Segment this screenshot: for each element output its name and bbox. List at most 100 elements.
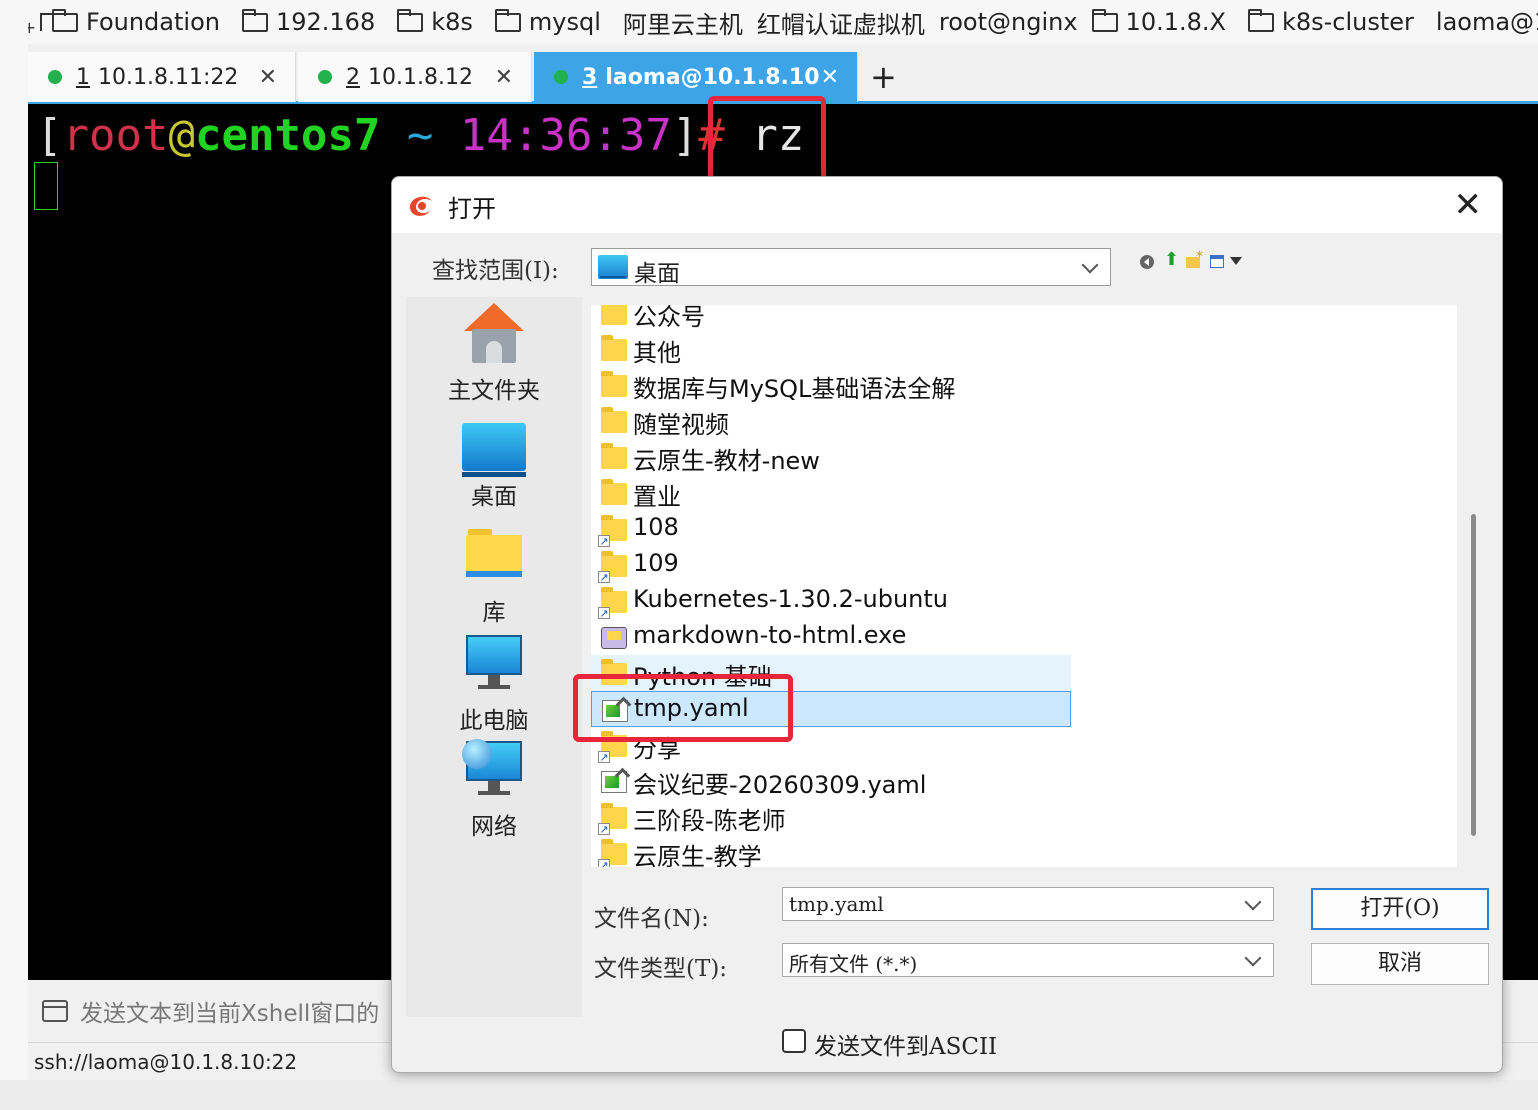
- folder-icon: [601, 305, 627, 325]
- shell-prompt: [root@centos7 ~ 14:36:37]# rz: [36, 110, 805, 161]
- file-list-item[interactable]: 数据库与MySQL基础语法全解: [591, 367, 1071, 403]
- connected-status-icon: [318, 70, 332, 84]
- back-icon[interactable]: [1140, 255, 1154, 269]
- file-name: markdown-to-html.exe: [633, 621, 907, 649]
- file-list-item[interactable]: 会议纪要-20260309.yaml: [591, 763, 1071, 799]
- bookmark-foundation[interactable]: Foundation: [52, 8, 220, 36]
- dialog-title: 打开: [448, 195, 496, 223]
- file-list-item[interactable]: 其他: [591, 331, 1071, 367]
- cancel-button[interactable]: 取消: [1311, 943, 1489, 985]
- chevron-down-icon[interactable]: [1244, 949, 1262, 967]
- bookmark-laoma[interactable]: laoma@1: [1436, 8, 1538, 36]
- folder-icon: [601, 479, 627, 505]
- filetype-label: 文件类型(T):: [594, 956, 728, 982]
- bookmark-10-1-8-x[interactable]: 10.1.8.X: [1091, 8, 1226, 36]
- up-folder-icon[interactable]: ⬆: [1164, 249, 1179, 270]
- lookin-label: 查找范围(I):: [432, 258, 559, 284]
- connection-string: ssh://laoma@10.1.8.10:22: [34, 1049, 298, 1074]
- place-home[interactable]: 主文件夹: [406, 303, 582, 405]
- connected-status-icon: [554, 70, 568, 84]
- desktop-icon: [462, 423, 526, 477]
- place-desktop[interactable]: 桌面: [406, 417, 582, 511]
- view-menu-icon[interactable]: [1210, 255, 1224, 268]
- compose-input[interactable]: 发送文本到当前Xshell窗口的: [80, 994, 379, 1028]
- file-name: 会议纪要-20260309.yaml: [633, 771, 927, 799]
- computer-icon: [462, 633, 526, 695]
- file-list-item[interactable]: 108: [591, 511, 1071, 547]
- close-icon[interactable]: ✕: [259, 65, 277, 90]
- desktop-edge: [0, 0, 28, 1110]
- bookmark-mysql[interactable]: mysql: [494, 8, 601, 36]
- place-computer[interactable]: 此电脑: [406, 633, 582, 735]
- command-highlight-box: [708, 96, 826, 188]
- terminal-cursor: [34, 162, 58, 210]
- folder-icon: [601, 371, 627, 397]
- folder-icon: [601, 443, 627, 469]
- tab-session-2[interactable]: 2 10.1.8.12 ✕: [298, 52, 532, 102]
- folder-icon: [1247, 8, 1274, 32]
- place-library[interactable]: 库: [406, 525, 582, 627]
- lookin-dropdown[interactable]: 桌面: [591, 248, 1111, 287]
- folder-shortcut-icon: [598, 803, 627, 835]
- chevron-down-icon: [1081, 256, 1099, 274]
- folder-shortcut-icon: [598, 587, 627, 619]
- file-name: 置业: [633, 483, 681, 511]
- filename-field[interactable]: tmp.yaml: [782, 887, 1274, 921]
- open-file-dialog: 打开 ✕ 查找范围(I): 桌面 ⬆ 主文件夹 桌面 库 此电脑 网络: [391, 176, 1503, 1073]
- folder-icon: [52, 8, 78, 32]
- chevron-down-icon[interactable]: [1230, 257, 1242, 271]
- ascii-checkbox[interactable]: [782, 1029, 806, 1053]
- file-name: 108: [633, 513, 679, 541]
- folder-icon: [494, 8, 521, 32]
- file-list-item[interactable]: markdown-to-html.exe: [591, 619, 1071, 655]
- folder-shortcut-icon: [598, 551, 627, 583]
- folder-icon: [241, 8, 268, 32]
- file-list[interactable]: 公众号其他数据库与MySQL基础语法全解随堂视频云原生-教材-new 置业108 1…: [591, 305, 1457, 867]
- connected-status-icon: [48, 70, 62, 84]
- close-icon[interactable]: ✕: [821, 65, 839, 90]
- filename-label: 文件名(N):: [594, 906, 709, 932]
- file-name: 随堂视频: [633, 411, 729, 439]
- file-list-item[interactable]: 随堂视频: [591, 403, 1071, 439]
- file-list-scrollbar[interactable]: [1471, 514, 1476, 836]
- file-list-item[interactable]: 云原生-教材-new: [591, 439, 1071, 475]
- file-list-item[interactable]: Kubernetes-1.30.2-ubuntu: [591, 583, 1071, 619]
- bookmark-k8s-cluster[interactable]: k8s-cluster: [1247, 8, 1414, 36]
- file-name: 云原生-教材-new: [633, 447, 820, 475]
- file-list-item[interactable]: 公众号: [591, 305, 1071, 331]
- place-network[interactable]: 网络: [406, 739, 582, 841]
- file-name: 云原生-教学: [633, 843, 762, 867]
- bookmark-192-168[interactable]: 192.168: [241, 8, 375, 36]
- close-icon[interactable]: ✕: [1454, 185, 1483, 225]
- ascii-checkbox-label: 发送文件到ASCII: [814, 1034, 998, 1060]
- bookmark-bar: Foundation 192.168 k8s mysql 阿里云主机 红帽认证虚…: [28, 0, 1538, 44]
- file-list-item[interactable]: 置业: [591, 475, 1071, 511]
- new-tab-button[interactable]: +: [870, 58, 897, 96]
- yaml-file-icon: [601, 771, 627, 793]
- xshell-logo-icon: [410, 196, 432, 216]
- dialog-titlebar: 打开 ✕: [392, 177, 1502, 233]
- bookmark-aliyun[interactable]: 阿里云主机: [623, 5, 743, 40]
- file-name: Kubernetes-1.30.2-ubuntu: [633, 585, 948, 613]
- folder-icon: [1091, 8, 1118, 32]
- bookmark-root-nginx[interactable]: root@nginx: [939, 8, 1078, 36]
- tab-session-1[interactable]: 1 10.1.8.11:22 ✕: [28, 52, 296, 102]
- chevron-down-icon[interactable]: [1244, 893, 1262, 911]
- compose-window-icon[interactable]: [42, 1000, 68, 1022]
- tab-session-3[interactable]: 3 laoma@10.1.8.10 ✕: [534, 52, 858, 102]
- file-list-item[interactable]: 云原生-教学: [591, 835, 1071, 867]
- file-list-item[interactable]: 三阶段-陈老师: [591, 799, 1071, 835]
- desktop-icon: [598, 255, 628, 279]
- file-list-item[interactable]: 109: [591, 547, 1071, 583]
- filetype-select[interactable]: 所有文件 (*.*): [782, 943, 1274, 977]
- file-name: 数据库与MySQL基础语法全解: [633, 375, 956, 403]
- bookmark-k8s[interactable]: k8s: [397, 8, 473, 36]
- bookmark-redhat-vm[interactable]: 红帽认证虚拟机: [757, 5, 925, 40]
- new-folder-icon[interactable]: [1186, 249, 1203, 268]
- folder-shortcut-icon: [598, 839, 627, 867]
- file-name: 109: [633, 549, 679, 577]
- file-name: 公众号: [633, 305, 705, 331]
- home-icon: [462, 303, 526, 365]
- close-icon[interactable]: ✕: [495, 65, 513, 90]
- open-button[interactable]: 打开(O): [1311, 888, 1489, 930]
